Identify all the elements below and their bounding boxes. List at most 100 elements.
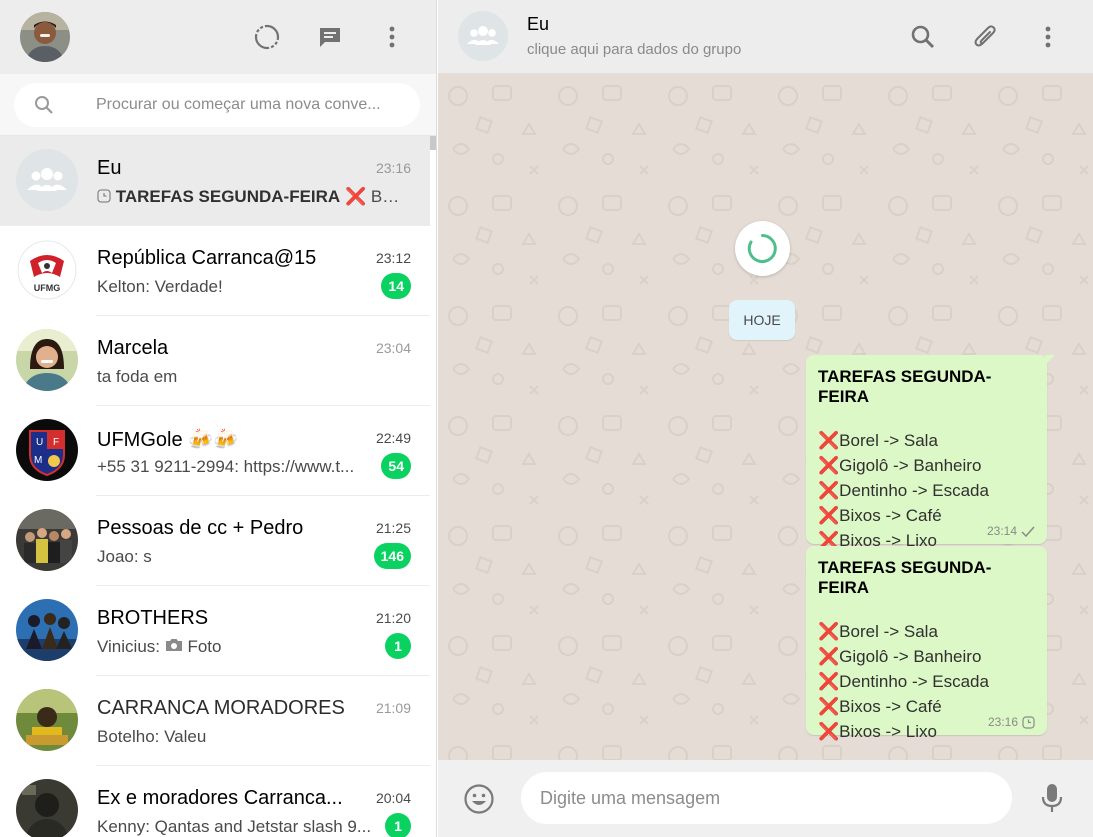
x-mark: ❌: [818, 431, 840, 450]
message-line: ❌Dentinho -> Escada: [818, 478, 1035, 503]
message-title: TAREFAS SEGUNDA-FEIRA: [818, 367, 992, 406]
chat-time: 23:16: [375, 160, 411, 176]
conversation-avatar[interactable]: [458, 11, 508, 61]
svg-text:UFMG: UFMG: [34, 283, 61, 293]
svg-text:F: F: [53, 437, 59, 448]
chat-item-republica-carranca[interactable]: UFMG República Carranca@15 23:12 Kelton:…: [0, 226, 430, 316]
chat-avatar: [16, 599, 78, 661]
chat-preview: Botelho: Valeu: [97, 727, 207, 746]
chat-preview: Kenny: Qantas and Jetstar slash 9...: [97, 817, 372, 836]
conversation-pane: Eu clique aqui para dados do grupo HOJE …: [438, 0, 1093, 837]
preview-rest: Bor...: [366, 187, 407, 206]
messages-area[interactable]: HOJE TAREFAS SEGUNDA-FEIRA ❌Borel -> Sal…: [438, 74, 1093, 760]
chat-name: Ex e moradores Carranca...: [97, 787, 343, 809]
chat-avatar: UFMG: [16, 239, 78, 301]
message-input[interactable]: [540, 772, 1000, 824]
clock-icon: [97, 189, 111, 203]
message-line: ❌Gigolô -> Banheiro: [818, 453, 1035, 478]
camera-icon: [165, 639, 182, 651]
chat-item-ufmgole[interactable]: U F M UFMGole 🍻🍻 22:49 +55 31 9211-2994:…: [0, 406, 430, 496]
message-title: TAREFAS SEGUNDA-FEIRA: [818, 558, 992, 597]
chat-list: Eu 23:16 TAREFAS SEGUNDA-FEIRA ❌ Bor...: [0, 136, 430, 837]
message-line: ❌Borel -> Sala: [818, 619, 1035, 644]
conversation-header[interactable]: Eu clique aqui para dados do grupo: [438, 0, 1093, 74]
chat-time: 22:49: [375, 430, 411, 446]
message-line-text: Bixos -> Lixo: [839, 722, 937, 741]
message-bubble[interactable]: TAREFAS SEGUNDA-FEIRA ❌Borel -> Sala ❌Gi…: [806, 355, 1055, 550]
chat-time: 23:12: [375, 250, 411, 266]
chat-name: Marcela: [97, 337, 169, 359]
chat-preview: ta foda em: [97, 367, 178, 386]
my-avatar[interactable]: [20, 12, 70, 62]
chat-item-eu[interactable]: Eu 23:16 TAREFAS SEGUNDA-FEIRA ❌ Bor...: [0, 136, 430, 226]
message-meta: 23:16: [988, 715, 1035, 729]
new-chat-icon[interactable]: [315, 22, 345, 52]
chat-item-ex-e-moradores[interactable]: Ex e moradores Carranca... 20:04 Kenny: …: [0, 766, 430, 837]
unread-badge: 146: [373, 543, 411, 569]
message-line-text: Bixos -> Café: [839, 506, 942, 525]
emoji-icon[interactable]: [463, 783, 495, 815]
preview-text: Foto: [187, 637, 222, 656]
x-mark: ❌: [818, 647, 840, 666]
unread-badge: 54: [381, 453, 411, 479]
chat-time: 23:04: [375, 340, 411, 356]
chat-list-scrollbar[interactable]: [430, 136, 436, 150]
conversation-title: Eu: [527, 14, 550, 34]
chat-time: 21:09: [375, 700, 411, 716]
chat-item-marcela[interactable]: Marcela 23:04 ta foda em: [0, 316, 430, 406]
chat-avatar: [16, 329, 78, 391]
conversation-menu-icon[interactable]: [1032, 21, 1064, 53]
x-mark: ❌: [818, 456, 840, 475]
search-icon: [35, 96, 53, 114]
message-bubble[interactable]: TAREFAS SEGUNDA-FEIRA ❌Borel -> Sala ❌Gi…: [806, 546, 1047, 741]
microphone-icon[interactable]: [1040, 782, 1064, 814]
chat-name: República Carranca@15: [97, 247, 317, 269]
search-messages-icon[interactable]: [907, 21, 939, 53]
message-input-box[interactable]: [521, 772, 1012, 824]
preview-title: TAREFAS SEGUNDA-FEIRA: [115, 187, 341, 206]
x-mark: ❌: [818, 506, 840, 525]
chat-item-carranca-moradores[interactable]: CARRANCA MORADORES 21:09 Botelho: Valeu: [0, 676, 430, 766]
status-icon[interactable]: [252, 22, 282, 52]
chat-preview: +55 31 9211-2994: https://www.t...: [97, 457, 355, 476]
chat-preview: TAREFAS SEGUNDA-FEIRA ❌ Bor...: [97, 187, 407, 207]
svg-text:U: U: [36, 437, 43, 448]
x-mark: ❌: [818, 672, 840, 691]
message-time: 23:16: [987, 715, 1018, 729]
chat-avatar: [16, 689, 78, 751]
x-mark: ❌: [344, 187, 367, 206]
search-input[interactable]: [96, 83, 406, 127]
message-line-text: Gigolô -> Banheiro: [839, 456, 982, 475]
search-area: [0, 74, 436, 136]
chat-name: UFMGole 🍻🍻: [97, 429, 238, 451]
menu-icon[interactable]: [377, 22, 407, 52]
conversation-subtitle: clique aqui para dados do grupo: [527, 41, 742, 58]
message-line-text: Dentinho -> Escada: [839, 672, 989, 691]
chat-name: BROTHERS: [97, 607, 209, 629]
x-mark: ❌: [818, 697, 840, 716]
chat-avatar: [16, 509, 78, 571]
message-line-text: Gigolô -> Banheiro: [839, 647, 982, 666]
x-mark: ❌: [818, 622, 840, 641]
message-line-text: Borel -> Sala: [839, 431, 938, 450]
message-line: ❌Borel -> Sala: [818, 428, 1035, 453]
chat-name: Eu: [97, 157, 122, 179]
attach-icon[interactable]: [970, 21, 1002, 53]
chat-avatar: U F M: [16, 419, 78, 481]
svg-text:M: M: [34, 455, 42, 466]
sent-check-icon: [1021, 526, 1035, 537]
message-line: ❌Dentinho -> Escada: [818, 669, 1035, 694]
message-time: 23:14: [986, 524, 1017, 538]
preview-sender: Vinicius:: [97, 637, 165, 656]
message-line-text: Bixos -> Café: [839, 697, 942, 716]
message-line-text: Borel -> Sala: [839, 622, 938, 641]
loading-spinner: [735, 221, 790, 276]
chat-item-pessoas-de-cc[interactable]: Pessoas de cc + Pedro 21:25 Joao: s 146: [0, 496, 430, 586]
search-box[interactable]: [14, 83, 420, 127]
chat-name: CARRANCA MORADORES: [97, 697, 345, 719]
message-line: ❌Gigolô -> Banheiro: [818, 644, 1035, 669]
chat-item-brothers[interactable]: BROTHERS 21:20 Vinicius: Foto 1: [0, 586, 430, 676]
chat-name: Pessoas de cc + Pedro: [97, 517, 304, 539]
message-meta: 23:14: [987, 524, 1035, 538]
compose-bar: [438, 760, 1093, 837]
